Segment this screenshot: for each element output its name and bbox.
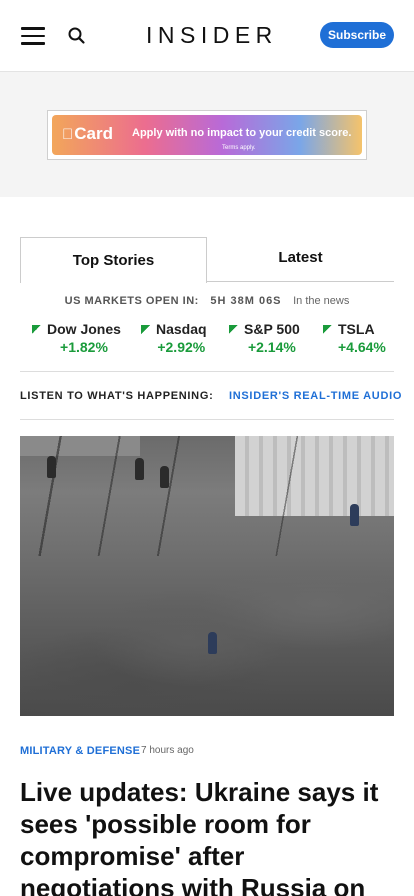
hero-trees [20, 436, 394, 556]
story-tabs: Top Stories Latest [20, 235, 394, 283]
ticker-name: Nasdaq [156, 321, 207, 337]
ad-tagline: Apply with no impact to your credit scor… [132, 127, 352, 139]
hero-person [160, 466, 169, 488]
site-header: INSIDER Subscribe [0, 0, 414, 72]
hero-person [208, 632, 217, 654]
real-time-audio-link[interactable]: INSIDER'S REAL-TIME AUDIO [229, 390, 402, 402]
story-category[interactable]: MILITARY & DEFENSE [20, 745, 140, 757]
markets-countdown: 5H 38M 06S [210, 295, 282, 307]
ticker-dow-jones[interactable]: Dow Jones +1.82% [32, 321, 121, 355]
ticker-change: +2.14% [247, 339, 296, 355]
divider [20, 419, 394, 420]
story-timestamp: 7 hours ago [141, 745, 194, 756]
up-arrow-icon [323, 325, 332, 334]
search-icon[interactable] [67, 26, 87, 46]
ad-container: Card Apply with no impact to your credi… [0, 72, 414, 197]
up-arrow-icon [229, 325, 238, 334]
ticker-name: S&P 500 [244, 321, 300, 337]
in-the-news-label[interactable]: In the news [293, 295, 349, 307]
ticker-name: TSLA [338, 321, 375, 337]
apple-icon:  [62, 126, 73, 143]
ticker-change: +1.82% [60, 339, 108, 355]
hero-person [47, 456, 56, 478]
hero-image[interactable] [20, 436, 394, 716]
story-headline[interactable]: Live updates: Ukraine says it sees 'poss… [20, 776, 394, 896]
divider [20, 371, 394, 372]
up-arrow-icon [32, 325, 41, 334]
hero-person [135, 458, 144, 480]
subscribe-button[interactable]: Subscribe [320, 22, 394, 48]
ticker-sp500[interactable]: S&P 500 +2.14% [229, 321, 300, 355]
menu-icon[interactable] [21, 27, 45, 45]
ad-creative[interactable]: Card Apply with no impact to your credi… [52, 115, 362, 155]
tab-top-stories[interactable]: Top Stories [20, 237, 207, 283]
ad-brand: Card [63, 124, 113, 143]
markets-status: US MARKETS OPEN IN: 5H 38M 06S In the ne… [0, 295, 414, 307]
ticker-name: Dow Jones [47, 321, 121, 337]
insider-logo[interactable]: INSIDER [146, 22, 278, 49]
ad-banner[interactable]: Card Apply with no impact to your credi… [47, 110, 367, 160]
ticker-change: +4.64% [338, 339, 386, 355]
apple-card-logo: Card [62, 124, 113, 144]
markets-status-label: US MARKETS OPEN IN: [64, 295, 199, 307]
listen-label: LISTEN TO WHAT'S HAPPENING: [20, 390, 214, 402]
tab-latest[interactable]: Latest [207, 235, 394, 280]
up-arrow-icon [141, 325, 150, 334]
hero-person [350, 504, 359, 526]
ticker-nasdaq[interactable]: Nasdaq +2.92% [141, 321, 207, 355]
ticker-tsla[interactable]: TSLA +4.64% [323, 321, 386, 355]
ticker-change: +2.92% [157, 339, 206, 355]
ad-terms: Terms apply. [222, 145, 256, 151]
